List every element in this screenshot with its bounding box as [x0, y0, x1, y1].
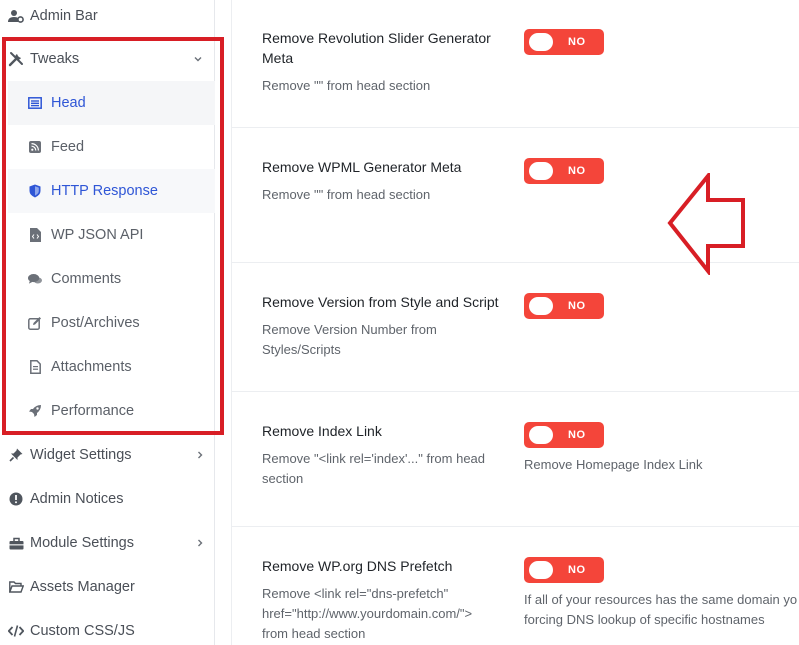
- toggle-knob: [529, 426, 553, 444]
- sidebar-item-tweaks[interactable]: Tweaks: [0, 37, 215, 81]
- sidebar-subitem-attachments[interactable]: Attachments: [8, 345, 215, 389]
- toggle-knob: [529, 297, 553, 315]
- folder-open-icon: [8, 579, 24, 595]
- code-icon: [8, 623, 24, 639]
- sidebar-subitem-label: Attachments: [51, 359, 132, 375]
- sidebar-subitem-post-archives[interactable]: Post/Archives: [8, 301, 215, 345]
- sidebar-item-label: Admin Bar: [30, 8, 98, 24]
- setting-row: Remove WP.org DNS Prefetch Remove <link …: [232, 527, 799, 645]
- sidebar-subitem-label: Comments: [51, 271, 122, 287]
- sidebar-subitem-label: WP JSON API: [51, 227, 144, 243]
- toggle-knob: [529, 33, 553, 51]
- settings-panel: Remove Revolution Slider Generator Meta …: [231, 0, 799, 645]
- sidebar-item-custom-css-js[interactable]: Custom CSS/JS: [0, 609, 215, 645]
- arrow-left-icon: [667, 173, 745, 275]
- sidebar-item-label: Assets Manager: [30, 579, 135, 595]
- setting-row: Remove Index Link Remove "<link rel='ind…: [232, 392, 799, 527]
- sidebar-subitem-head[interactable]: Head: [8, 81, 215, 125]
- sidebar-item-label: Widget Settings: [30, 447, 132, 463]
- sidebar-subitem-wp-json-api[interactable]: WP JSON API: [8, 213, 215, 257]
- toggle-switch[interactable]: NO: [524, 29, 604, 55]
- chevron-right-icon: [195, 538, 205, 548]
- sidebar: Admin Bar Tweaks Head Feed HTTP Response…: [0, 0, 215, 645]
- sidebar-item-assets-manager[interactable]: Assets Manager: [0, 565, 215, 609]
- file-code-icon: [28, 228, 42, 242]
- setting-desc: Remove <link rel="dns-prefetch" href="ht…: [262, 586, 473, 641]
- setting-row: Remove Version from Style and Script Rem…: [232, 263, 799, 392]
- setting-note: If all of your resources has the same do…: [524, 592, 798, 607]
- sidebar-subitem-http-response[interactable]: HTTP Response: [8, 169, 215, 213]
- rocket-icon: [28, 404, 42, 418]
- toggle-label: NO: [568, 564, 586, 576]
- rss-icon: [28, 140, 42, 154]
- setting-note: forcing DNS lookup of specific hostnames: [524, 612, 765, 627]
- sidebar-item-label: Tweaks: [30, 51, 80, 67]
- setting-title: Remove WPML Generator Meta: [262, 159, 462, 175]
- sidebar-item-admin-bar[interactable]: Admin Bar: [0, 0, 215, 38]
- setting-desc: Remove "" from head section: [262, 187, 431, 202]
- toggle-knob: [529, 561, 553, 579]
- toggle-switch[interactable]: NO: [524, 557, 604, 583]
- sidebar-subitem-performance[interactable]: Performance: [8, 389, 215, 433]
- setting-title: Remove Index Link: [262, 423, 382, 439]
- setting-title: Remove Version from Style and Script: [262, 294, 499, 310]
- chevron-down-icon: [193, 54, 203, 64]
- toggle-label: NO: [568, 300, 586, 312]
- sidebar-subitem-comments[interactable]: Comments: [8, 257, 215, 301]
- setting-desc: Remove Version Number from Styles/Script…: [262, 322, 437, 357]
- sidebar-item-admin-notices[interactable]: Admin Notices: [0, 477, 215, 521]
- toggle-label: NO: [568, 429, 586, 441]
- toggle-knob: [529, 162, 553, 180]
- sidebar-item-module-settings[interactable]: Module Settings: [0, 521, 215, 565]
- chevron-right-icon: [195, 450, 205, 460]
- sidebar-item-label: Custom CSS/JS: [30, 623, 135, 639]
- toggle-switch[interactable]: NO: [524, 158, 604, 184]
- thumbtack-icon: [8, 447, 24, 463]
- setting-note: Remove Homepage Index Link: [524, 457, 703, 472]
- tools-icon: [8, 51, 24, 67]
- sidebar-subitem-label: Feed: [51, 139, 85, 155]
- setting-title: Remove WP.org DNS Prefetch: [262, 558, 453, 574]
- toggle-switch[interactable]: NO: [524, 293, 604, 319]
- toggle-switch[interactable]: NO: [524, 422, 604, 448]
- shield-icon: [28, 184, 42, 198]
- toggle-label: NO: [568, 165, 586, 177]
- sidebar-subitem-feed[interactable]: Feed: [8, 125, 215, 169]
- setting-title: Remove Revolution Slider Generator Meta: [262, 30, 491, 66]
- user-cog-icon: [8, 8, 24, 24]
- sidebar-subitem-label: Post/Archives: [51, 315, 140, 331]
- setting-desc: Remove "<link rel='index'..." from head …: [262, 451, 486, 486]
- list-icon: [28, 96, 42, 110]
- edit-icon: [28, 316, 42, 330]
- sidebar-item-widget-settings[interactable]: Widget Settings: [0, 433, 215, 477]
- sidebar-subitem-label: HTTP Response: [51, 183, 158, 199]
- sidebar-item-label: Admin Notices: [30, 491, 124, 507]
- sidebar-item-label: Module Settings: [30, 535, 134, 551]
- file-text-icon: [28, 360, 42, 374]
- toolbox-icon: [8, 535, 24, 551]
- sidebar-subitem-label: Performance: [51, 403, 135, 419]
- exclamation-circle-icon: [8, 491, 24, 507]
- setting-row: Remove Revolution Slider Generator Meta …: [232, 0, 799, 128]
- toggle-label: NO: [568, 36, 586, 48]
- sidebar-subitem-label: Head: [51, 95, 86, 111]
- comments-icon: [28, 272, 42, 286]
- setting-desc: Remove "" from head section: [262, 78, 431, 93]
